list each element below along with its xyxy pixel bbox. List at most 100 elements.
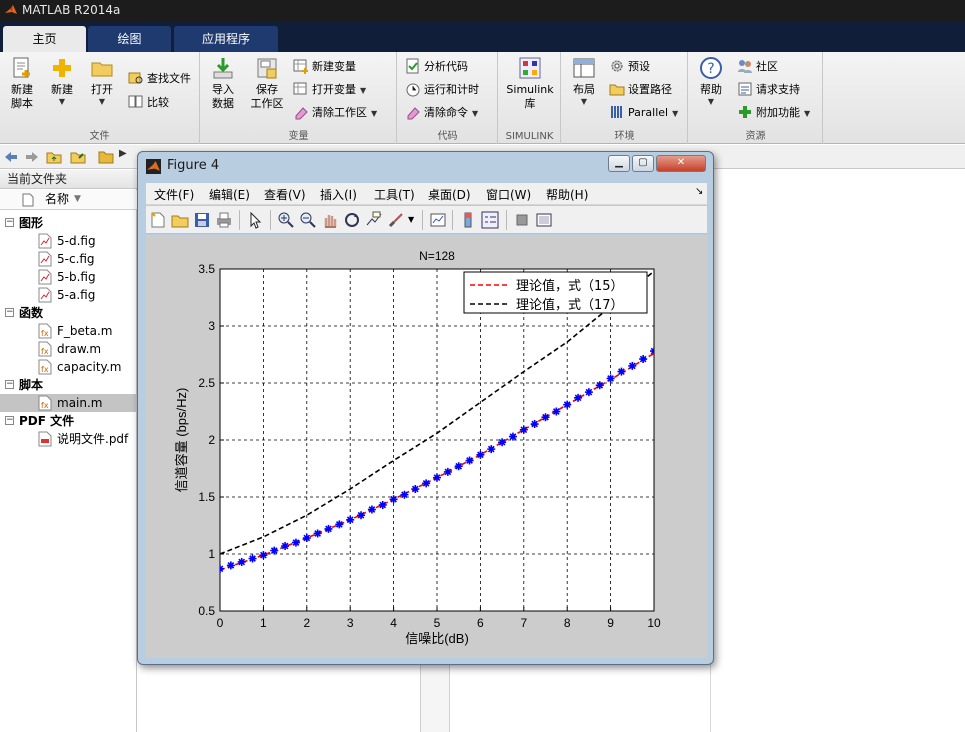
file-item-selected[interactable]: fx main.m	[0, 394, 137, 412]
back-arrow-icon[interactable]	[3, 149, 19, 165]
import-data-button[interactable]: 导入 数据	[205, 56, 241, 111]
y-tick-label: 2.5	[198, 376, 215, 390]
save-icon[interactable]	[193, 211, 211, 229]
run-and-time-button[interactable]: 运行和计时	[405, 81, 479, 101]
open-file-icon[interactable]	[171, 211, 189, 229]
compare-button[interactable]: 比较	[128, 94, 169, 114]
new-button[interactable]: 新建 ▼	[44, 56, 80, 107]
tree-group-scripts[interactable]: − 脚本	[0, 376, 137, 394]
toolbar-separator	[452, 210, 453, 230]
print-icon[interactable]	[215, 211, 233, 229]
file-item[interactable]: 5-d.fig	[0, 232, 137, 250]
legend-icon[interactable]	[481, 211, 499, 229]
new-figure-icon[interactable]	[149, 211, 167, 229]
chevron-down-icon: ▼	[580, 97, 588, 106]
link-plot-icon[interactable]	[429, 211, 447, 229]
minimize-button[interactable]: ▁	[608, 155, 630, 172]
find-files-button[interactable]: 查找文件	[128, 70, 191, 90]
legend[interactable]: 理论值，式（15） 理论值，式（17）	[463, 271, 648, 314]
collapse-icon[interactable]: −	[5, 218, 14, 227]
add-ons-button[interactable]: 附加功能 ▼	[737, 104, 810, 124]
tree-group-figures[interactable]: − 图形	[0, 214, 137, 232]
pan-hand-icon[interactable]	[321, 211, 339, 229]
figure-window[interactable]: Figure 4 ▁ ▢ ✕ 文件(F) 编辑(E) 查看(V) 插入(I) 工…	[137, 151, 714, 665]
collapse-icon[interactable]: −	[5, 380, 14, 389]
open-variable-button[interactable]: 打开变量 ▼	[293, 81, 366, 101]
series-star-marker	[291, 538, 300, 547]
brush-icon[interactable]	[387, 211, 405, 229]
up-folder-icon[interactable]	[46, 149, 62, 165]
collapse-icon[interactable]: −	[5, 308, 14, 317]
maximize-button[interactable]: ▢	[632, 155, 654, 172]
menu-edit[interactable]: 编辑(E)	[209, 186, 250, 203]
zoom-in-icon[interactable]	[277, 211, 295, 229]
menubar-chevron-icon[interactable]: ↘	[695, 186, 703, 197]
clear-commands-button[interactable]: 清除命令 ▼	[405, 104, 478, 124]
legend-entry-eq15: 理论值，式（15）	[516, 278, 624, 294]
toolbar-separator	[239, 210, 240, 230]
file-item[interactable]: 5-c.fig	[0, 250, 137, 268]
app-titlebar: MATLAB R2014a	[0, 0, 965, 22]
file-item[interactable]: fx F_beta.m	[0, 322, 137, 340]
clear-workspace-button[interactable]: 清除工作区 ▼	[293, 104, 377, 124]
menu-help[interactable]: 帮助(H)	[546, 186, 588, 203]
chevron-right-icon[interactable]: ▶	[119, 148, 127, 159]
zoom-out-icon[interactable]	[299, 211, 317, 229]
select-pointer-icon[interactable]	[246, 211, 264, 229]
show-plot-tools-icon[interactable]	[535, 211, 553, 229]
menu-insert[interactable]: 插入(I)	[320, 186, 357, 203]
current-folder-title: 当前文件夹	[0, 170, 137, 189]
menu-view[interactable]: 查看(V)	[264, 186, 306, 203]
simulink-library-button[interactable]: Simulink 库	[503, 56, 557, 111]
menu-window[interactable]: 窗口(W)	[486, 186, 531, 203]
chart[interactable]: 0 1 2 3 4 5 6 7 8 9 10 0.5 1 1.5 2 2.5 3 3.5 N=128 信噪比(dB…	[146, 235, 707, 658]
menu-desktop[interactable]: 桌面(D)	[428, 186, 471, 203]
browse-folder-icon[interactable]	[70, 149, 86, 165]
data-cursor-icon[interactable]	[365, 211, 383, 229]
analyze-code-button[interactable]: 分析代码	[405, 58, 468, 78]
rotate-3d-icon[interactable]	[343, 211, 361, 229]
close-button[interactable]: ✕	[656, 155, 706, 172]
layout-button[interactable]: 布局 ▼	[566, 56, 602, 107]
file-item[interactable]: fx draw.m	[0, 340, 137, 358]
tree-group-functions[interactable]: − 函数	[0, 304, 137, 322]
add-ons-label: 附加功能	[756, 106, 800, 119]
forward-arrow-icon[interactable]	[24, 149, 40, 165]
figure-titlebar[interactable]: Figure 4 ▁ ▢ ✕	[138, 152, 713, 180]
toolbar-separator	[270, 210, 271, 230]
request-support-button[interactable]: 请求支持	[737, 81, 800, 101]
open-button[interactable]: 打开 ▼	[84, 56, 120, 107]
menu-file[interactable]: 文件(F)	[154, 186, 194, 203]
figure-canvas[interactable]: 0 1 2 3 4 5 6 7 8 9 10 0.5 1 1.5 2 2.5 3 3.5 N=128 信噪比(dB…	[146, 235, 707, 658]
file-item[interactable]: fx capacity.m	[0, 358, 137, 376]
ribbon-group-variable-label: 变量	[288, 131, 309, 142]
preferences-button[interactable]: 预设	[609, 58, 650, 78]
figure-title: Figure 4	[167, 158, 220, 173]
community-button[interactable]: 社区	[737, 58, 778, 78]
tab-plots[interactable]: 绘图	[88, 26, 171, 52]
help-button[interactable]: ? 帮助 ▼	[693, 56, 729, 107]
matlab-logo-icon	[146, 159, 161, 174]
file-item[interactable]: 说明文件.pdf	[0, 430, 137, 448]
new-variable-button[interactable]: 新建变量	[293, 58, 356, 78]
hide-plot-tools-icon[interactable]	[513, 211, 531, 229]
parallel-button[interactable]: Parallel ▼	[609, 104, 678, 124]
series-star-marker	[465, 456, 474, 465]
tab-apps[interactable]: 应用程序	[174, 26, 278, 52]
gear-icon	[611, 60, 623, 72]
file-item[interactable]: 5-a.fig	[0, 286, 137, 304]
file-item[interactable]: 5-b.fig	[0, 268, 137, 286]
set-path-button[interactable]: 设置路径	[609, 81, 672, 101]
figure-menubar: 文件(F) 编辑(E) 查看(V) 插入(I) 工具(T) 桌面(D) 窗口(W…	[146, 183, 707, 205]
chevron-down-icon[interactable]: ▼	[408, 215, 414, 224]
series-star-marker	[389, 495, 398, 504]
collapse-icon[interactable]: −	[5, 416, 14, 425]
tree-group-pdf[interactable]: − PDF 文件	[0, 412, 137, 430]
name-column-header[interactable]: 名称 ▼	[0, 190, 137, 210]
colorbar-icon[interactable]	[459, 211, 477, 229]
series-star-marker	[378, 500, 387, 509]
save-workspace-button[interactable]: 保存 工作区	[247, 56, 287, 111]
menu-tools[interactable]: 工具(T)	[374, 186, 415, 203]
tab-home[interactable]: 主页	[3, 26, 86, 52]
new-script-button[interactable]: 新建 脚本	[4, 56, 40, 111]
